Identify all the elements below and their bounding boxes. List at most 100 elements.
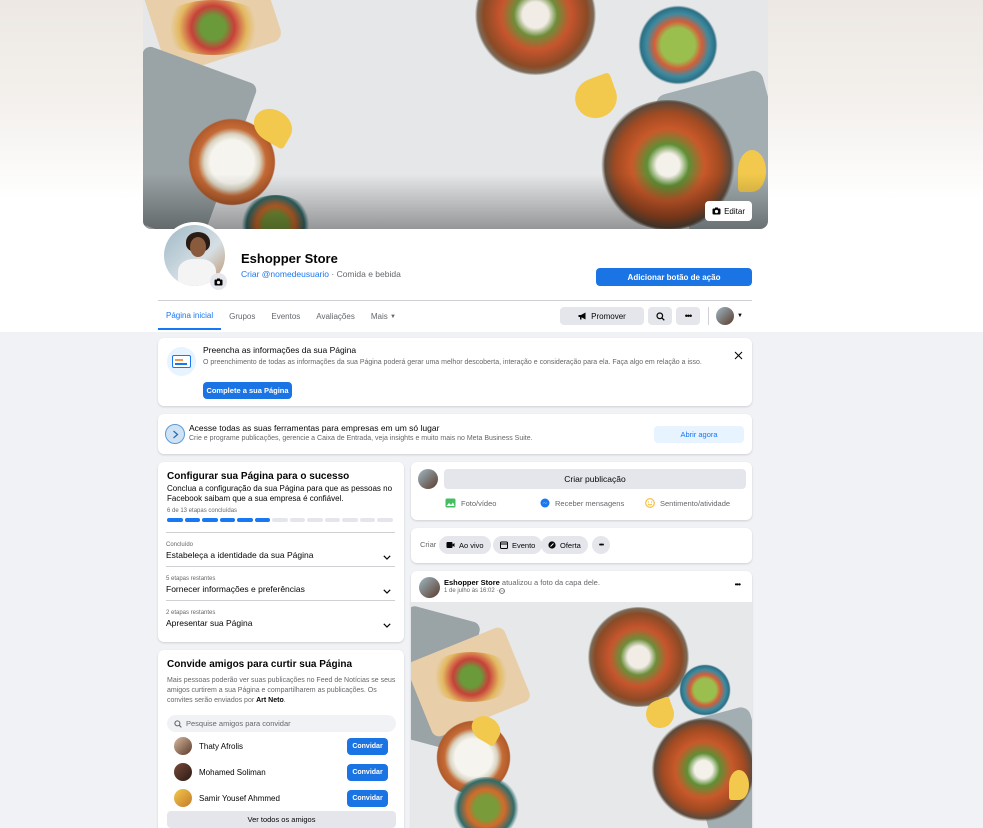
- create-bar-card: Criar Ao vivo Evento Oferta •••: [411, 528, 752, 563]
- nav-separator: [708, 307, 709, 325]
- live-button[interactable]: Ao vivo: [439, 536, 491, 554]
- account-switcher[interactable]: ▼: [716, 306, 746, 326]
- search-button[interactable]: [648, 307, 672, 325]
- invite-body: Mais pessoas poderão ver suas publicaçõe…: [167, 676, 397, 705]
- tab-more[interactable]: Mais ▼: [363, 303, 404, 330]
- search-icon: [174, 719, 182, 728]
- megaphone-icon: [578, 312, 587, 320]
- complete-page-title: Preencha as informações da sua Página: [203, 345, 357, 355]
- offer-tag-icon: [548, 541, 556, 549]
- tab-reviews[interactable]: Avaliações: [308, 303, 363, 330]
- setup-progress-bar: [167, 518, 393, 522]
- avatar[interactable]: [419, 577, 440, 598]
- more-options-button[interactable]: •••: [676, 307, 700, 325]
- progress-segment: [167, 518, 183, 522]
- setup-step-status: 5 etapas restantes: [166, 576, 216, 582]
- progress-segment: [202, 518, 218, 522]
- post-header: Eshopper Store atualizou a foto da capa …: [444, 578, 600, 587]
- friend-name: Samir Yousef Ahmmed: [199, 793, 280, 803]
- photo-video-label: Foto/vídeo: [461, 498, 497, 508]
- caret-down-icon: ▼: [737, 313, 743, 319]
- get-messages-button[interactable]: Receber mensagens: [540, 498, 624, 508]
- edit-cover-button[interactable]: Editar: [705, 201, 752, 221]
- invite-friends-card: Convide amigos para curtir sua Página Ma…: [158, 650, 404, 828]
- setup-title: Configurar sua Página para o sucesso: [167, 471, 350, 482]
- get-messages-label: Receber mensagens: [555, 498, 625, 508]
- post-photo[interactable]: [411, 602, 752, 828]
- invite-button[interactable]: Convidar: [347, 789, 388, 807]
- setup-step-status: 2 etapas restantes: [166, 610, 216, 616]
- invite-body-end: .: [283, 696, 286, 704]
- tab-groups-label: Grupos: [229, 312, 256, 321]
- tab-groups[interactable]: Grupos: [221, 303, 263, 330]
- add-action-button[interactable]: Adicionar botão de ação: [596, 268, 752, 286]
- setup-step-title: Estabeleça a identidade da sua Página: [166, 550, 314, 560]
- complete-page-button[interactable]: Complete a sua Página: [203, 382, 292, 399]
- tab-reviews-label: Avaliações: [316, 312, 355, 321]
- edit-cover-label: Editar: [724, 206, 745, 216]
- post-timestamp[interactable]: 1 de julho às 16:02 ·: [444, 588, 498, 594]
- friend-name: Thaty Afrolis: [199, 741, 244, 751]
- setup-step-status: Concluído: [166, 542, 194, 548]
- tab-events[interactable]: Eventos: [263, 303, 308, 330]
- avatar-camera-icon[interactable]: [210, 273, 227, 290]
- progress-segment: [324, 518, 340, 522]
- page-info-illustration-icon: [167, 347, 196, 376]
- promote-label: Promover: [591, 311, 626, 321]
- open-business-suite-button[interactable]: Abrir agora: [654, 426, 744, 443]
- photo-video-button[interactable]: Foto/vídeo: [445, 498, 496, 508]
- progress-segment: [184, 518, 200, 522]
- post-action-text: atualizou a foto da capa dele.: [499, 578, 600, 587]
- username-link[interactable]: Criar @nomedeusuario: [241, 269, 329, 279]
- business-suite-icon: [165, 424, 185, 444]
- messenger-icon: [540, 498, 550, 508]
- invite-button[interactable]: Convidar: [347, 763, 388, 781]
- avatar: [174, 763, 192, 781]
- setup-step[interactable]: 5 etapas restantes Fornecer informações …: [166, 566, 395, 600]
- tab-events-label: Eventos: [271, 312, 301, 321]
- list-item: Thaty Afrolis Convidar: [174, 736, 388, 756]
- feeling-activity-button[interactable]: Sentimento/atividade: [645, 498, 730, 508]
- progress-segment: [289, 518, 305, 522]
- post-composer-card: Criar publicação Foto/vídeo Receber mens…: [411, 462, 752, 520]
- invite-button[interactable]: Convidar: [347, 737, 388, 755]
- see-all-friends-button[interactable]: Ver todos os amigos: [167, 811, 396, 828]
- setup-step[interactable]: Concluído Estabeleça a identidade da sua…: [166, 532, 395, 566]
- business-suite-card: Acesse todas as suas ferramentas para em…: [158, 414, 752, 454]
- tab-home-label: Página inicial: [166, 311, 214, 320]
- avatar: [174, 737, 192, 755]
- more-create-options-button[interactable]: •••: [592, 536, 610, 554]
- calendar-icon: [500, 541, 508, 549]
- offer-button[interactable]: Oferta: [541, 536, 588, 554]
- setup-step[interactable]: 2 etapas restantes Apresentar sua Página: [166, 600, 395, 634]
- list-item: Samir Yousef Ahmmed Convidar: [174, 788, 388, 808]
- invite-sender-name: Art Neto: [256, 696, 284, 704]
- cover-photo[interactable]: Editar: [143, 0, 768, 229]
- progress-segment: [237, 518, 253, 522]
- setup-step-title: Fornecer informações e preferências: [166, 584, 305, 594]
- promote-button[interactable]: Promover: [560, 307, 644, 325]
- avatar: [418, 469, 438, 489]
- post-author[interactable]: Eshopper Store: [444, 578, 500, 587]
- create-post-input[interactable]: Criar publicação: [444, 469, 746, 489]
- setup-page-card: Configurar sua Página para o sucesso Con…: [158, 462, 404, 642]
- chevron-down-icon: [383, 547, 391, 565]
- chevron-down-icon: [383, 581, 391, 599]
- more-dots-icon[interactable]: •••: [735, 580, 741, 589]
- complete-page-card: Preencha as informações da sua Página O …: [158, 338, 752, 406]
- feed-post: Eshopper Store atualizou a foto da capa …: [411, 571, 752, 828]
- globe-icon: [499, 588, 506, 594]
- close-icon[interactable]: [734, 347, 743, 365]
- search-icon: [655, 311, 665, 321]
- photo-icon: [445, 498, 456, 508]
- tab-home[interactable]: Página inicial: [158, 303, 222, 330]
- setup-body: Conclua a configuração da sua Página par…: [167, 484, 393, 503]
- account-avatar: [716, 307, 734, 325]
- post-meta: 1 de julho às 16:02 ·: [444, 588, 506, 594]
- friend-search-input[interactable]: Pesquise amigos para convidar: [167, 715, 396, 732]
- friend-name: Mohamed Soliman: [199, 767, 266, 777]
- chevron-down-icon: [383, 615, 391, 633]
- setup-step-title: Apresentar sua Página: [166, 618, 253, 628]
- tab-more-label: Mais: [370, 312, 388, 321]
- event-button[interactable]: Evento: [493, 536, 543, 554]
